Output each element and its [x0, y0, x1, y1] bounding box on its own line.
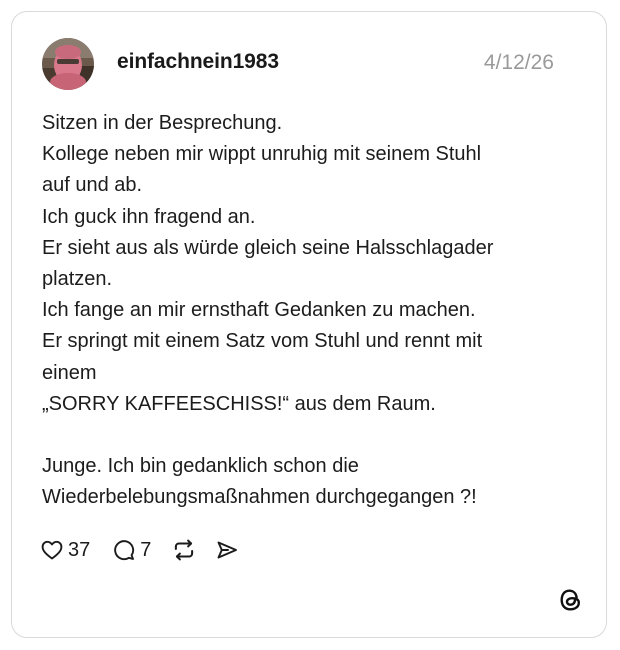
- avatar[interactable]: [42, 38, 94, 90]
- post-text-line: Er springt mit einem Satz vom Stuhl und …: [42, 330, 483, 353]
- reply-count: 7: [140, 538, 152, 561]
- post-text-line: Kollege neben mir wippt unruhig mit sein…: [42, 143, 482, 166]
- avatar-image: [42, 38, 94, 90]
- username[interactable]: einfachnein1983: [117, 50, 279, 74]
- post-text: Sitzen in der Besprechung. Kollege neben…: [42, 108, 582, 514]
- post-text-line: einem: [42, 361, 97, 384]
- threads-logo-icon: [558, 587, 584, 613]
- post-text-line: platzen.: [42, 268, 113, 291]
- post-text-line: Ich guck ihn fragend an.: [42, 205, 256, 228]
- post-text-line: Wiederbelebungsmaßnahmen durchgegangen ?…: [42, 486, 477, 509]
- post-text-line: auf und ab.: [42, 174, 143, 197]
- post-text-line: Ich fange an mir ernsthaft Gedanken zu m…: [42, 299, 476, 322]
- share-button[interactable]: [215, 538, 239, 562]
- repost-button[interactable]: [171, 537, 197, 563]
- heart-icon: [41, 540, 63, 560]
- post-text-blank-line: [42, 420, 582, 451]
- repost-icon: [175, 539, 194, 561]
- like-count: 37: [68, 538, 91, 561]
- comment-icon: [114, 540, 135, 561]
- action-bar: 37 7: [40, 536, 239, 564]
- post-text-line: „SORRY KAFFEESCHISS!“ aus dem Raum.: [42, 392, 436, 415]
- share-icon: [217, 541, 238, 559]
- post-text-line: Er sieht aus als würde gleich seine Hals…: [42, 236, 494, 259]
- post-text-line: Sitzen in der Besprechung.: [42, 112, 283, 134]
- reply-button[interactable]: 7: [112, 538, 151, 562]
- post-timestamp: 4/12/26: [483, 51, 554, 74]
- post-text-line: Junge. Ich bin gedanklich schon die: [42, 455, 359, 478]
- post-card: einfachnein1983 4/12/26 Sitzen in der Be…: [11, 11, 607, 638]
- like-button[interactable]: 37: [40, 538, 90, 562]
